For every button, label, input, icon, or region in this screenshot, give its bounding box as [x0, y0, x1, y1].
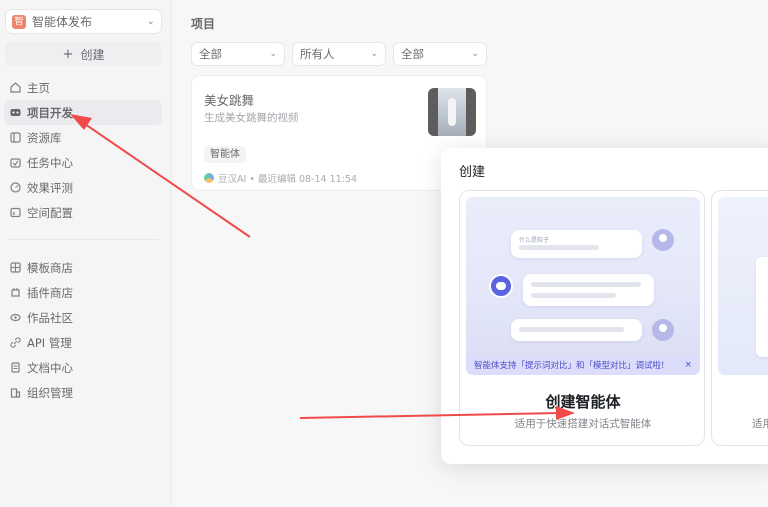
modal-title: 创建	[459, 165, 486, 180]
feature-banner-text: 智能体支持「提示词对比」和「模型对比」调试啦!	[474, 361, 665, 371]
create-agent-title: 创建智能体	[545, 393, 621, 411]
preview-question-text: 什么是粒子	[519, 237, 550, 244]
agent-preview-illustration: 什么是粒子 智能体支持「提示词对比」和「模型对比」调试啦! ×	[466, 197, 700, 375]
bot-avatar-icon	[489, 274, 513, 298]
banner-close-icon[interactable]: ×	[684, 360, 692, 370]
user-avatar-icon	[652, 319, 674, 341]
app-preview-illustration	[718, 197, 768, 375]
create-app-desc: 适用	[752, 418, 768, 430]
create-agent-desc: 适用于快速搭建对话式智能体	[514, 418, 652, 430]
user-avatar-icon	[652, 229, 674, 251]
create-app-option[interactable]: 适用	[711, 190, 768, 446]
feature-banner: 智能体支持「提示词对比」和「模型对比」调试啦! ×	[466, 355, 700, 375]
create-modal: 创建 什么是粒子 智能体支持「提示词对比」和「模型对比」调试啦! × 创建智能体	[441, 148, 768, 464]
create-agent-option[interactable]: 什么是粒子 智能体支持「提示词对比」和「模型对比」调试啦! × 创建智能体 适用…	[459, 190, 705, 446]
